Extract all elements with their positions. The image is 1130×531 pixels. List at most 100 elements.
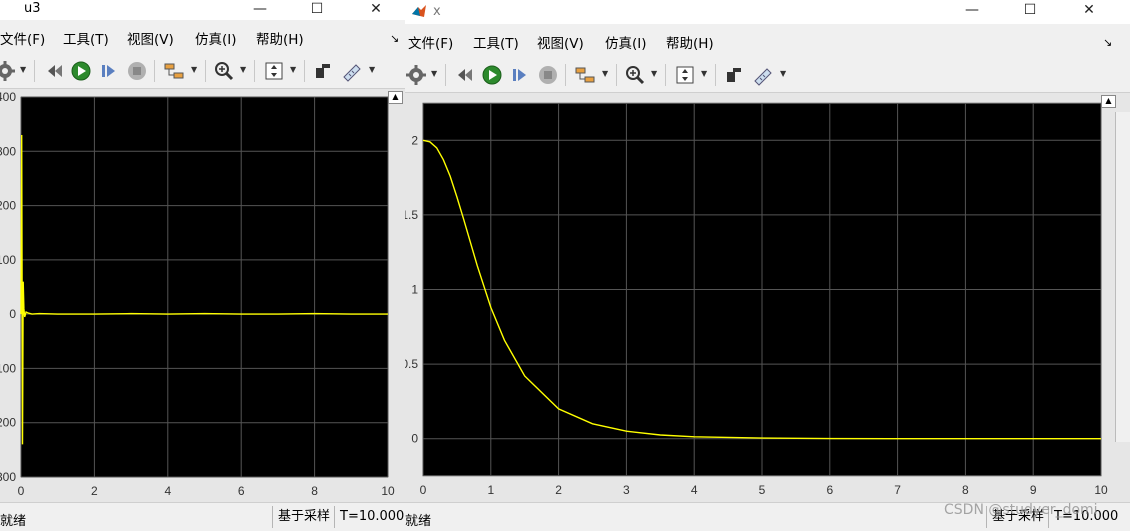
- y-tick-label: -300: [0, 470, 16, 484]
- x-tick-label: 8: [962, 483, 969, 497]
- scope-window-u3: u3 — ☐ ✕ 文件(F) 工具(T) 视图(V) 仿真(I) 帮助(H) ↘…: [0, 0, 406, 531]
- toolbar-separator: [34, 60, 35, 82]
- maximize-icon[interactable]: ☐: [302, 0, 332, 20]
- expand-icon[interactable]: ▲: [1101, 95, 1116, 108]
- y-tick-label: 2: [411, 133, 418, 147]
- x-tick-label: 0: [18, 484, 25, 498]
- title-bar[interactable]: x — ☐ ✕: [405, 0, 1130, 24]
- close-icon[interactable]: ✕: [361, 0, 391, 20]
- minimize-icon[interactable]: —: [957, 1, 987, 21]
- scope-plot-u3[interactable]: 0 2 4 6 8 10 400 300 200 100 0 -100 -200 -300: [0, 89, 405, 502]
- chevron-down-icon[interactable]: ▼: [651, 69, 657, 78]
- background-window-edge: [1115, 112, 1130, 442]
- menu-file[interactable]: 文件(F): [0, 29, 45, 51]
- y-tick-label: 100: [0, 253, 16, 267]
- status-bar: 就绪 基于采样 T=10.000: [0, 502, 405, 531]
- restore-icon[interactable]: [454, 64, 476, 86]
- status-time: T=10.000: [334, 506, 405, 528]
- restore-icon[interactable]: [44, 60, 66, 82]
- chevron-down-icon[interactable]: ▼: [240, 65, 246, 74]
- menu-bar: 文件(F) 工具(T) 视图(V) 仿真(I) 帮助(H) ↘: [405, 33, 1130, 55]
- zoom-icon[interactable]: [624, 64, 646, 86]
- toolbar-separator: [616, 64, 617, 86]
- toolbar-separator: [665, 64, 666, 86]
- chevron-down-icon[interactable]: ▼: [780, 69, 786, 78]
- watermark: CSDN @studyer_domi: [944, 502, 1098, 518]
- close-icon[interactable]: ✕: [1074, 1, 1104, 21]
- y-tick-label: 200: [0, 199, 16, 213]
- highlight-icon[interactable]: [574, 64, 596, 86]
- run-icon[interactable]: [481, 64, 503, 86]
- menu-file[interactable]: 文件(F): [408, 33, 453, 55]
- toolbar: ▼ ▼ ▼ ▼ ▼: [0, 54, 405, 88]
- run-icon[interactable]: [70, 60, 92, 82]
- measure-icon[interactable]: [341, 60, 363, 82]
- y-tick-label: 0: [411, 432, 418, 446]
- highlight-icon[interactable]: [163, 60, 185, 82]
- x-tick-label: 9: [1030, 483, 1037, 497]
- dock-arrow-icon[interactable]: ↘: [1103, 36, 1112, 49]
- chevron-down-icon[interactable]: ▼: [701, 69, 707, 78]
- y-tick-label: 1: [411, 283, 418, 297]
- maximize-icon[interactable]: ☐: [1015, 1, 1045, 21]
- menu-tools[interactable]: 工具(T): [63, 29, 109, 51]
- x-tick-label: 2: [555, 483, 562, 497]
- autoscale-icon[interactable]: [263, 60, 285, 82]
- cursor-icon[interactable]: [312, 60, 334, 82]
- x-tick-label: 1: [487, 483, 494, 497]
- status-text: 就绪: [0, 514, 27, 529]
- expand-icon[interactable]: ▲: [388, 91, 403, 104]
- chevron-down-icon[interactable]: ▼: [191, 65, 197, 74]
- menu-tools[interactable]: 工具(T): [473, 33, 519, 55]
- chevron-down-icon[interactable]: ▼: [20, 65, 26, 74]
- menu-view[interactable]: 视图(V): [537, 33, 584, 55]
- measure-icon[interactable]: [752, 64, 774, 86]
- menu-help[interactable]: 帮助(H): [256, 29, 304, 51]
- y-tick-label: 400: [0, 90, 16, 104]
- step-forward-icon[interactable]: [509, 64, 531, 86]
- toolbar-separator: [154, 60, 155, 82]
- step-forward-icon[interactable]: [98, 60, 120, 82]
- x-tick-label: 3: [623, 483, 630, 497]
- zoom-icon[interactable]: [213, 60, 235, 82]
- plot-axes-background: [20, 96, 389, 478]
- toolbar-separator: [565, 64, 566, 86]
- window-title: u3: [24, 1, 41, 16]
- menu-simulation[interactable]: 仿真(I): [605, 33, 647, 55]
- x-tick-label: 0: [420, 483, 427, 497]
- scope-window-x: x — ☐ ✕ 文件(F) 工具(T) 视图(V) 仿真(I) 帮助(H) ↘ …: [405, 0, 1130, 531]
- toolbar: ▼ ▼ ▼ ▼ ▼: [405, 58, 1130, 92]
- autoscale-icon[interactable]: [674, 64, 696, 86]
- chevron-down-icon[interactable]: ▼: [431, 69, 437, 78]
- menu-simulation[interactable]: 仿真(I): [195, 29, 237, 51]
- chevron-down-icon[interactable]: ▼: [369, 65, 375, 74]
- gear-icon[interactable]: [0, 60, 16, 82]
- gear-icon[interactable]: [405, 64, 427, 86]
- chevron-down-icon[interactable]: ▼: [602, 69, 608, 78]
- stop-icon[interactable]: [537, 64, 559, 86]
- x-tick-label: 6: [238, 484, 245, 498]
- x-tick-label: 2: [91, 484, 98, 498]
- stop-icon[interactable]: [126, 60, 148, 82]
- x-tick-label: 4: [691, 483, 698, 497]
- toolbar-separator: [254, 60, 255, 82]
- minimize-icon[interactable]: —: [245, 0, 275, 20]
- y-tick-label: -100: [0, 361, 16, 375]
- plot-area: 0 1 2 3 4 5 6 7 8 9 10 2 1.5 1 0.5 0 ▲: [405, 92, 1130, 502]
- y-tick-label: 1.5: [405, 208, 418, 222]
- scope-plot-x[interactable]: 0 1 2 3 4 5 6 7 8 9 10 2 1.5 1 0.5 0: [405, 93, 1130, 502]
- dock-arrow-icon[interactable]: ↘: [390, 32, 399, 45]
- x-tick-label: 8: [311, 484, 318, 498]
- x-tick-label: 4: [164, 484, 171, 498]
- y-tick-label: -200: [0, 416, 16, 430]
- y-tick-label: 0.5: [405, 357, 418, 371]
- window-title: x: [433, 4, 441, 19]
- toolbar-separator: [304, 60, 305, 82]
- menu-help[interactable]: 帮助(H): [666, 33, 714, 55]
- toolbar-separator: [715, 64, 716, 86]
- x-tick-label: 10: [1094, 483, 1108, 497]
- menu-view[interactable]: 视图(V): [127, 29, 174, 51]
- cursor-icon[interactable]: [723, 64, 745, 86]
- title-bar[interactable]: u3 — ☐ ✕: [0, 0, 405, 20]
- chevron-down-icon[interactable]: ▼: [290, 65, 296, 74]
